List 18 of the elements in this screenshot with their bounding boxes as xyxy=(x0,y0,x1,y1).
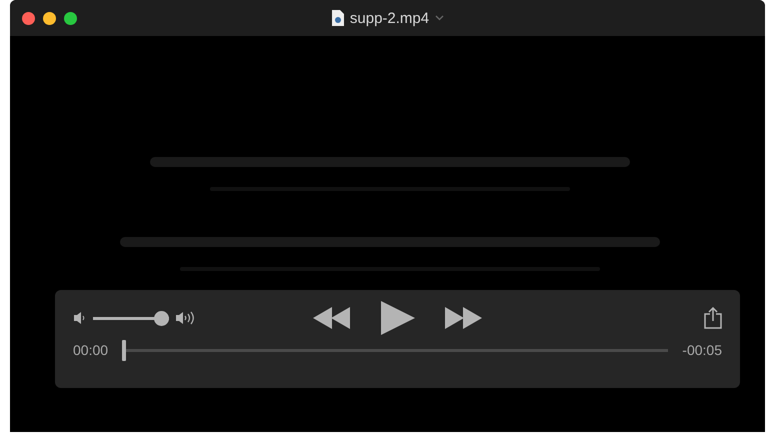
fast-forward-icon[interactable] xyxy=(444,307,482,329)
chevron-icon[interactable] xyxy=(435,15,444,21)
remaining-time: -00:05 xyxy=(682,342,722,358)
rewind-icon[interactable] xyxy=(312,307,350,329)
volume-thumb[interactable] xyxy=(154,310,169,326)
minimize-button[interactable] xyxy=(43,12,56,24)
progress-track[interactable] xyxy=(122,340,668,360)
file-icon xyxy=(330,10,344,26)
play-icon[interactable] xyxy=(380,301,414,335)
share-icon[interactable] xyxy=(704,307,722,329)
window-title: supp-2.mp4 xyxy=(350,10,430,26)
volume-slider[interactable] xyxy=(93,310,169,326)
elapsed-time: 00:00 xyxy=(73,342,108,358)
volume-high-icon[interactable] xyxy=(175,310,197,326)
volume-low-icon[interactable] xyxy=(73,311,87,325)
close-button[interactable] xyxy=(22,12,35,24)
zoom-button[interactable] xyxy=(64,12,77,24)
playhead[interactable] xyxy=(122,340,126,360)
